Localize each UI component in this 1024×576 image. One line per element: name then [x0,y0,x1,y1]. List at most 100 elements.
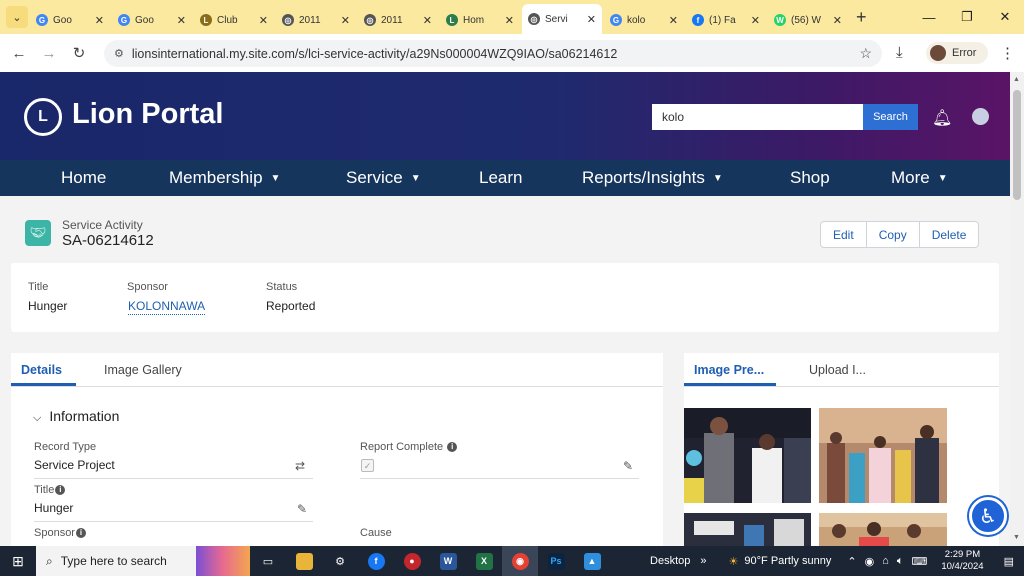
tab-close-icon[interactable]: ✕ [669,14,678,27]
edit-pencil-icon[interactable]: ✎ [623,459,633,473]
forward-icon[interactable]: → [34,45,64,62]
tab-image-gallery[interactable]: Image Gallery [104,363,182,377]
tab-close-icon[interactable]: ✕ [341,14,350,27]
info-icon[interactable]: i [447,442,458,453]
browser-tab[interactable]: f (1) Fa ✕ [686,6,766,34]
close-window-icon[interactable]: ✕ [986,9,1024,25]
delete-button[interactable]: Delete [920,222,979,247]
file-explorer-icon[interactable] [286,546,322,576]
nav-membership[interactable]: Membership ▼ [169,160,280,196]
bookmark-star-icon[interactable]: ☆ [859,45,872,62]
highlight-title-value: Hunger [28,299,68,313]
tab-close-icon[interactable]: ✕ [505,14,514,27]
facebook-icon[interactable]: f [358,546,394,576]
scrollbar-thumb[interactable] [1013,90,1021,200]
image-panel: Image Pre... Upload I... [684,353,999,553]
nav-label: Membership [169,168,263,187]
change-record-type-icon[interactable]: ⇄ [295,459,305,473]
sponsor-link[interactable]: KOLONNAWA [128,299,206,315]
tab-close-icon[interactable]: ✕ [95,14,104,27]
tab-favicon-icon: G [610,14,622,26]
tab-image-preview[interactable]: Image Pre... [694,363,764,377]
nav-reports-insights[interactable]: Reports/Insights ▼ [582,160,723,196]
portal-header: L Lion Portal Search 🔔︎ [0,72,1010,160]
app-icon[interactable]: ● [394,546,430,576]
tab-details[interactable]: Details [21,363,62,377]
url-field[interactable]: ⚙ lionsinternational.my.site.com/s/lci-s… [104,40,882,67]
tab-upload-image[interactable]: Upload I... [809,363,866,377]
tray-overflow-icon[interactable]: ⌃ [847,555,856,568]
edit-button[interactable]: Edit [821,222,867,247]
browser-tab[interactable]: W (56) W ✕ [768,6,848,34]
gallery-photo[interactable] [819,408,947,503]
edit-pencil-icon[interactable]: ✎ [297,502,307,516]
browser-tab[interactable]: G Goo ✕ [30,6,110,34]
portal-brand[interactable]: Lion Portal [72,98,223,131]
taskbar-search[interactable]: ⌕ Type here to search [36,546,250,576]
photos-icon[interactable]: ▲ [574,546,610,576]
network-icon[interactable]: ⌂ [882,555,889,567]
lions-logo[interactable]: L [24,98,62,136]
desktop-label[interactable]: Desktop [650,555,690,567]
chrome-icon[interactable]: ◉ [502,546,538,576]
nav-service[interactable]: Service ▼ [346,160,421,196]
accessibility-icon[interactable]: ♿︎ [969,497,1007,535]
browser-tab[interactable]: L Club ✕ [194,6,274,34]
tab-close-icon[interactable]: ✕ [833,14,842,27]
tab-close-icon[interactable]: ✕ [177,14,186,27]
browser-tab[interactable]: G Goo ✕ [112,6,192,34]
profile-button[interactable]: Error [926,42,988,64]
notifications-icon[interactable]: ▤ [1004,555,1014,568]
tab-search-button[interactable]: ⌄ [6,6,28,28]
minimize-icon[interactable]: — [910,10,948,25]
info-icon[interactable]: i [55,485,66,496]
toolbar-expand-icon[interactable]: » [700,555,706,567]
info-icon[interactable]: i [75,528,86,539]
nav-shop[interactable]: Shop [790,160,830,196]
browser-tab[interactable]: ◎ Servi ✕ [522,4,602,34]
weather-text[interactable]: 90°F Partly sunny [744,555,831,567]
browser-tab[interactable]: Gkolo ✕ [604,6,684,34]
word-icon[interactable]: W [430,546,466,576]
tab-close-icon[interactable]: ✕ [423,14,432,27]
site-info-icon[interactable]: ⚙ [114,47,124,60]
field-divider [34,478,313,479]
notification-bell-icon[interactable]: 🔔︎ [932,108,952,128]
highlight-sponsor-value[interactable]: KOLONNAWA [128,299,206,315]
keyboard-icon[interactable]: ⌨ [911,555,927,568]
new-tab-button[interactable]: + [856,7,867,28]
download-icon[interactable]: ⤓ [896,44,903,61]
page-scrollbar[interactable]: ▲ ▼ [1010,72,1024,546]
search-input[interactable] [652,104,864,130]
browser-tab-bar: ⌄ G Goo ✕ G Goo ✕ L Club ✕ ◎ 2011 ✕ ◎ 2011 ✕ L Hom ✕ ◎ Serv… [0,0,1024,34]
task-view-icon[interactable]: ▭ [250,546,286,576]
main-navigation: Home Membership ▼ Service ▼ Learn Reports/… [0,160,1010,196]
meet-icon[interactable]: ◉ [865,555,875,568]
nav-more[interactable]: More ▼ [891,160,948,196]
settings-icon[interactable]: ⚙ [322,546,358,576]
copy-button[interactable]: Copy [867,222,920,247]
nav-learn[interactable]: Learn [479,160,522,196]
browser-menu-icon[interactable]: ⋮ [1000,44,1015,62]
tab-close-icon[interactable]: ✕ [259,14,268,27]
scroll-up-icon[interactable]: ▲ [1013,76,1020,83]
nav-home[interactable]: Home [61,160,106,196]
user-avatar[interactable] [972,108,989,125]
reload-icon[interactable]: ↻ [64,44,94,62]
scroll-down-icon[interactable]: ▼ [1013,534,1020,541]
gallery-photo[interactable] [684,408,811,503]
restore-icon[interactable]: ❐ [948,9,986,25]
information-section-toggle[interactable]: ⌵ Information [33,408,119,425]
browser-tab[interactable]: L Hom ✕ [440,6,520,34]
tab-close-icon[interactable]: ✕ [751,14,760,27]
browser-tab[interactable]: ◎ 2011 ✕ [358,6,438,34]
tab-close-icon[interactable]: ✕ [587,13,596,26]
excel-icon[interactable]: X [466,546,502,576]
browser-tab[interactable]: ◎ 2011 ✕ [276,6,356,34]
photoshop-icon[interactable]: Ps [538,546,574,576]
taskbar-clock[interactable]: 2:29 PM 10/4/2024 [941,549,983,573]
windows-start-icon[interactable]: ⊞ [0,553,36,570]
volume-icon[interactable]: 🔈︎ [897,555,904,568]
search-button[interactable]: Search [863,104,918,130]
back-icon[interactable]: ← [4,45,34,62]
